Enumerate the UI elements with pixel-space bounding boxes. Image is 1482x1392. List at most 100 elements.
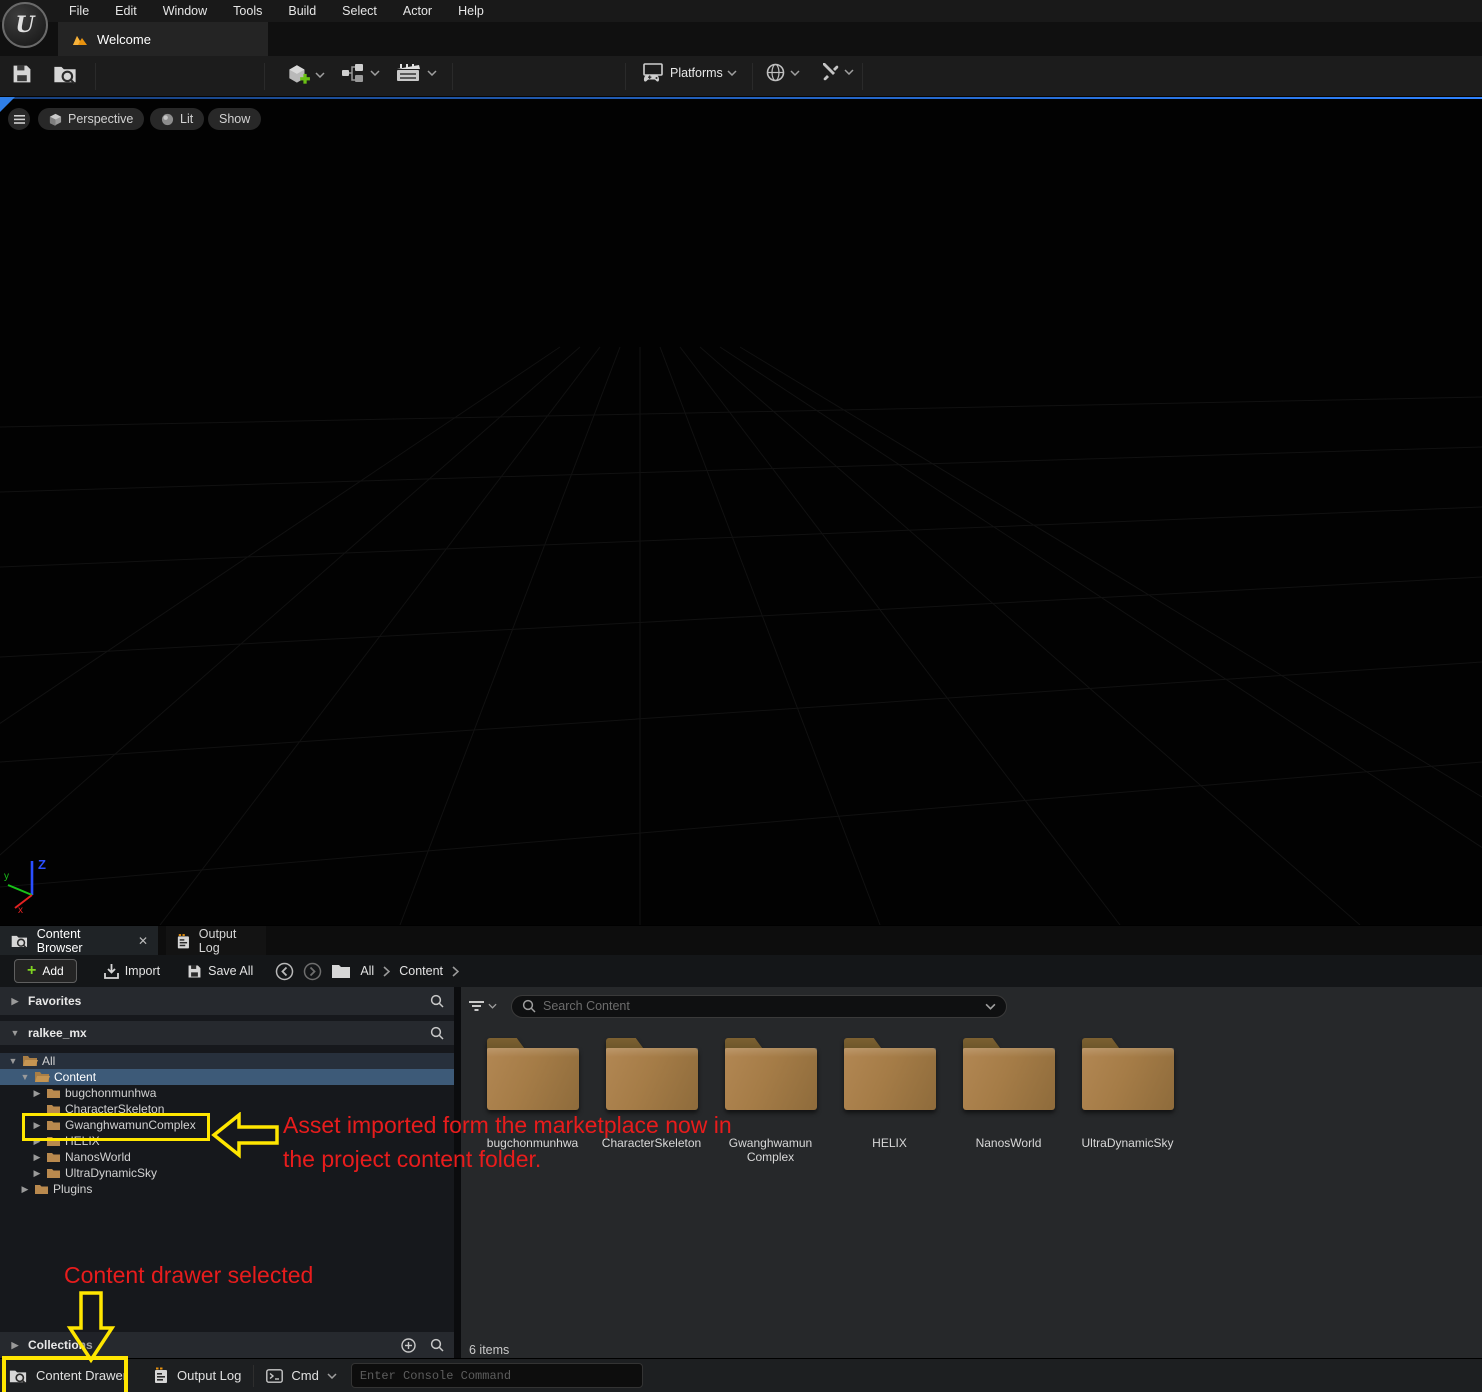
tree-item-label: All (42, 1054, 55, 1068)
tree-item-label: UltraDynamicSky (65, 1166, 157, 1180)
favorites-header[interactable]: ▶ Favorites (0, 987, 454, 1015)
save-all-button-label: Save All (208, 964, 253, 978)
level-icon (72, 33, 88, 46)
tree-item-label: Content (54, 1070, 96, 1084)
annotation-marketplace-line1: Asset imported form the marketplace now … (283, 1112, 732, 1139)
search-icon[interactable] (430, 1338, 444, 1352)
add-collection-icon[interactable] (401, 1338, 416, 1353)
viewport-show-dropdown[interactable]: Show (208, 108, 261, 130)
import-button-label: Import (125, 964, 160, 978)
grid-folder-nanosworld[interactable]: NanosWorld (949, 1038, 1068, 1164)
blueprints-button[interactable] (340, 62, 380, 84)
show-label: Show (219, 112, 250, 126)
grid-folder-gwanghwamuncomplex[interactable]: Gwanghwamun Complex (711, 1038, 830, 1164)
cinematics-button[interactable] (395, 62, 437, 84)
close-tab-icon[interactable]: ✕ (138, 934, 148, 948)
menu-window[interactable]: Window (150, 2, 220, 20)
menu-actor[interactable]: Actor (390, 2, 445, 20)
content-browser-toolbar: + Add Import Save All All Content (0, 955, 1482, 987)
folder-icon (34, 1184, 49, 1195)
save-all-button[interactable]: Save All (186, 963, 253, 980)
tab-welcome-label: Welcome (97, 32, 151, 47)
platforms-dropdown[interactable]: Platforms (640, 62, 737, 84)
menu-file[interactable]: File (56, 2, 102, 20)
viewport-perspective-dropdown[interactable]: Perspective (38, 108, 144, 130)
hamburger-icon (14, 115, 25, 124)
menu-help[interactable]: Help (445, 2, 497, 20)
tree-item-content[interactable]: ▼ Content (0, 1069, 454, 1085)
output-log-tab-label: Output Log (199, 927, 256, 955)
cmd-dropdown[interactable]: Cmd (266, 1368, 336, 1383)
folder-icon (46, 1152, 61, 1163)
console-command-box[interactable] (351, 1363, 643, 1388)
add-button[interactable]: + Add (14, 959, 77, 983)
tab-welcome[interactable]: Welcome (58, 22, 268, 56)
tree-item-label: NanosWorld (65, 1150, 131, 1164)
expand-down-icon: ▼ (8, 1056, 18, 1066)
save-current-button[interactable] (10, 62, 34, 86)
output-log-label: Output Log (177, 1368, 241, 1383)
grid-folder-helix[interactable]: HELIX (830, 1038, 949, 1164)
annotation-drawer-selected: Content drawer selected (64, 1262, 313, 1289)
open-folder-icon (22, 1055, 38, 1067)
menu-build[interactable]: Build (275, 2, 329, 20)
search-icon[interactable] (430, 994, 444, 1008)
perspective-label: Perspective (68, 112, 133, 126)
axis-gizmo: Z y x (2, 847, 72, 917)
chevron-down-icon[interactable] (985, 1003, 996, 1010)
folder-label: NanosWorld (953, 1136, 1065, 1150)
filter-icon (469, 1000, 484, 1012)
menu-tools[interactable]: Tools (220, 2, 275, 20)
asset-view-panel: bugchonmunhwa CharacterSkeleton Gwanghwa… (461, 987, 1482, 1358)
back-icon[interactable] (275, 962, 294, 981)
console-command-input[interactable] (360, 1369, 634, 1383)
content-browser-body: ▶ Favorites ▼ ralkee_mx ▼ All ▼ (0, 987, 1482, 1358)
project-header[interactable]: ▼ ralkee_mx (0, 1021, 454, 1045)
forward-icon[interactable] (303, 962, 322, 981)
search-icon[interactable] (430, 1026, 444, 1040)
item-count: 6 items (469, 1343, 509, 1357)
tree-item-bugchonmunhwa[interactable]: ▶ bugchonmunhwa (0, 1085, 454, 1101)
search-content-box[interactable] (511, 995, 1007, 1018)
menu-select[interactable]: Select (329, 2, 390, 20)
tools-icon (820, 62, 840, 82)
import-button[interactable]: Import (103, 963, 160, 980)
platforms-label: Platforms (670, 66, 723, 80)
folder-icon (46, 1088, 61, 1099)
filter-row (461, 993, 1482, 1019)
folder-icon (963, 1038, 1055, 1110)
platforms-icon (640, 62, 666, 84)
import-icon (103, 963, 120, 980)
content-drawer-toolbar-button[interactable] (52, 62, 78, 86)
grid-folder-characterskeleton[interactable]: CharacterSkeleton (592, 1038, 711, 1164)
breadcrumb-current[interactable]: Content (399, 964, 443, 978)
terminal-icon (266, 1369, 283, 1383)
search-icon (522, 999, 536, 1013)
filters-button[interactable] (469, 1000, 497, 1012)
world-settings-button[interactable] (765, 62, 800, 83)
breadcrumb-root[interactable]: All (360, 964, 374, 978)
viewport-options-button[interactable] (8, 108, 30, 130)
search-content-input[interactable] (543, 999, 978, 1013)
plus-icon: + (27, 963, 36, 979)
expand-right-icon: ▶ (32, 1152, 42, 1163)
expand-right-icon: ▶ (10, 996, 20, 1007)
cmd-label: Cmd (291, 1368, 318, 1383)
chevron-down-icon (844, 69, 854, 75)
editor-settings-button[interactable] (820, 62, 854, 82)
tree-item-all[interactable]: ▼ All (0, 1053, 454, 1069)
add-actor-button[interactable] (285, 62, 325, 88)
menu-edit[interactable]: Edit (102, 2, 150, 20)
chevron-down-icon (427, 70, 437, 76)
folder-icon[interactable] (331, 963, 351, 979)
viewport-grid (0, 97, 1482, 925)
tree-item-plugins[interactable]: ▶ Plugins (0, 1181, 454, 1197)
output-log-button[interactable]: Output Log (153, 1367, 241, 1384)
tab-output-log[interactable]: Output Log (166, 926, 266, 956)
viewport-3d[interactable]: Perspective Lit Show Z y x (0, 97, 1482, 925)
unreal-logo-icon[interactable]: U (2, 2, 48, 48)
tab-content-browser[interactable]: Content Browser ✕ (0, 926, 158, 956)
drawer-tab-bar: Content Browser ✕ Output Log (0, 925, 1482, 955)
grid-folder-ultradynamicsky[interactable]: UltraDynamicSky (1068, 1038, 1187, 1164)
viewport-lit-dropdown[interactable]: Lit (150, 108, 204, 130)
